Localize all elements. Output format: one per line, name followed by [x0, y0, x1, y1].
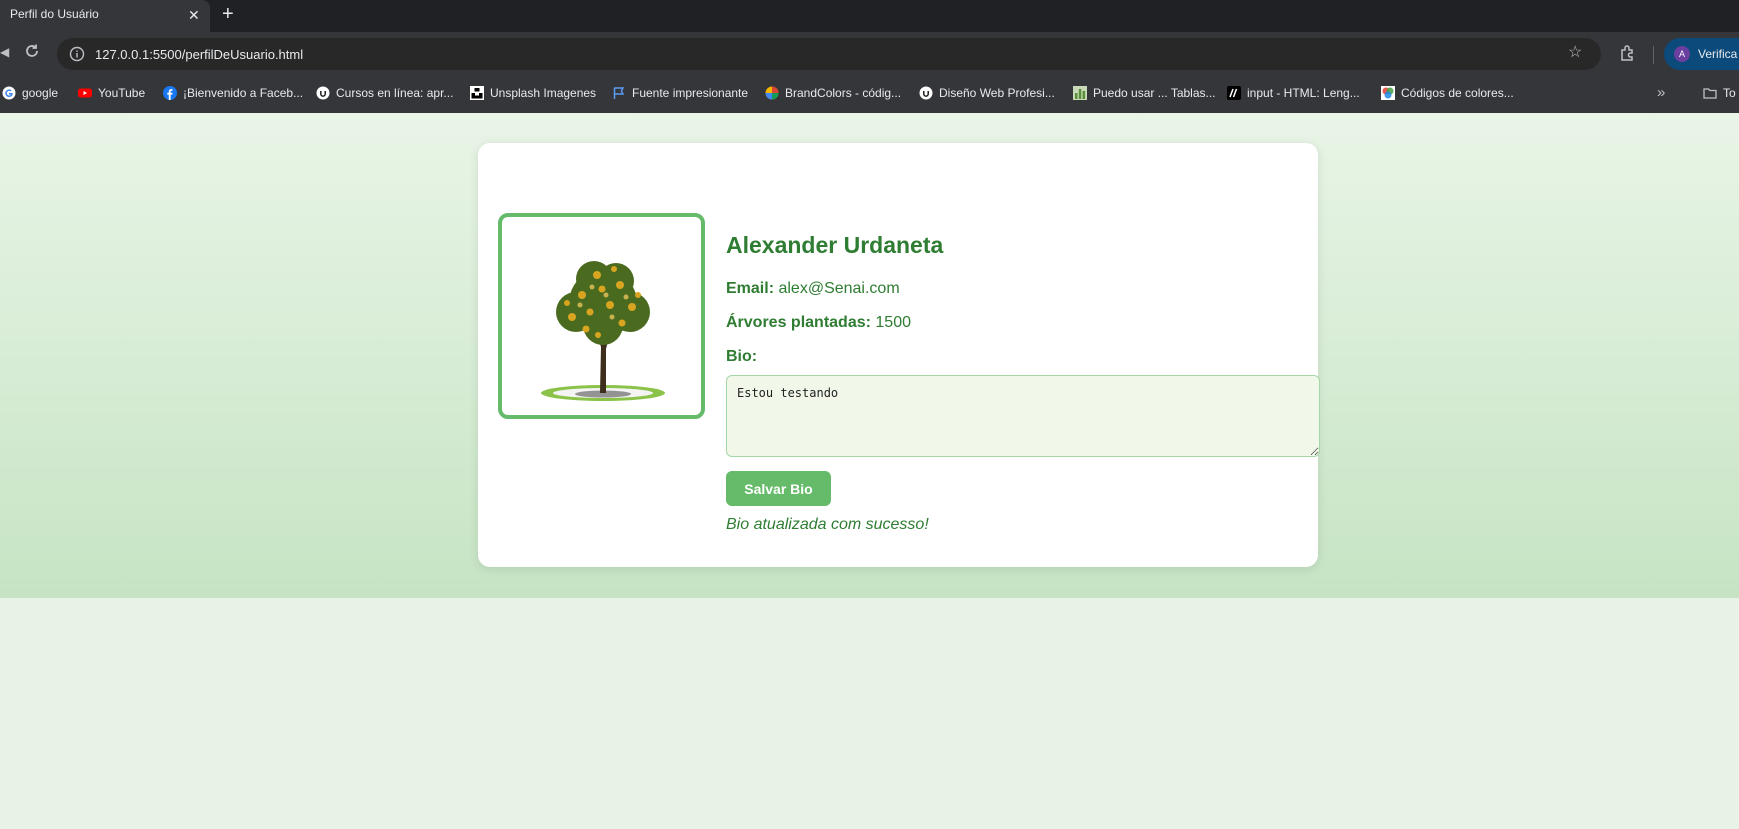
flag-icon [613, 87, 625, 99]
bookmark-cursos[interactable]: Cursos en línea: apr... [316, 77, 453, 109]
bookmark-unsplash[interactable]: Unsplash Imagenes [470, 77, 596, 109]
trees-row: Árvores plantadas: 1500 [726, 314, 911, 332]
email-label: Email: [726, 280, 775, 297]
bookmark-youtube[interactable]: YouTube [78, 77, 145, 109]
bookmark-brandcolors[interactable]: BrandColors - códig... [765, 77, 901, 109]
back-arrow-icon[interactable]: ◀ [0, 45, 9, 59]
bookmark-label: google [22, 86, 59, 100]
bookmark-label: Puedo usar ... Tablas... [1093, 86, 1216, 100]
bookmark-caniuse[interactable]: Puedo usar ... Tablas... [1073, 77, 1216, 109]
facebook-icon [163, 86, 177, 100]
bookmark-label: YouTube [98, 86, 146, 100]
success-message: Bio atualizada com sucesso! [726, 516, 929, 533]
site-info-icon[interactable] [69, 46, 85, 62]
bookmark-label: input - HTML: Leng... [1247, 86, 1360, 100]
bookmark-label: Cursos en línea: apr... [336, 86, 454, 100]
bookmark-mdn[interactable]: input - HTML: Leng... [1227, 77, 1360, 109]
close-tab-icon[interactable]: ✕ [188, 5, 200, 25]
bookmarks-bar: google YouTube ¡Bienvenido a Faceb... Cu… [0, 77, 1739, 113]
new-tab-button[interactable]: + [222, 2, 234, 26]
bookmark-codigos[interactable]: Códigos de colores... [1381, 77, 1514, 109]
bookmark-label: Fuente impresionante [632, 86, 749, 100]
user-name: Alexander Urdaneta [726, 232, 944, 258]
profile-button[interactable]: A Verifica [1664, 38, 1739, 70]
tree-icon [541, 261, 665, 401]
bookmark-folder-label: To [1723, 86, 1736, 100]
more-bookmarks-icon[interactable]: » [1657, 84, 1665, 102]
browser-toolbar: ◀ 127.0.0.1:5500/perfilDeUsuario.html ☆ … [0, 32, 1739, 77]
address-bar[interactable]: 127.0.0.1:5500/perfilDeUsuario.html [57, 38, 1601, 70]
brandcolors-icon [765, 86, 779, 100]
unsplash-icon [470, 86, 484, 100]
bookmark-label: BrandColors - códig... [785, 86, 902, 100]
udemy-icon [316, 86, 330, 100]
bookmark-diseno[interactable]: Diseño Web Profesi... [919, 77, 1055, 109]
mdn-icon [1227, 86, 1241, 100]
bookmark-facebook[interactable]: ¡Bienvenido a Faceb... [163, 77, 303, 109]
profile-label: Verifica [1698, 47, 1738, 61]
profile-avatar: A [1674, 46, 1690, 62]
bookmark-google[interactable]: google [2, 77, 58, 109]
udemy-icon [919, 86, 933, 100]
page-viewport: Alexander Urdaneta Email: alex@Senai.com… [0, 113, 1739, 829]
bio-row: Bio: [726, 348, 757, 366]
extensions-icon[interactable] [1619, 44, 1637, 62]
avatar [498, 213, 705, 419]
profile-card: Alexander Urdaneta Email: alex@Senai.com… [478, 143, 1320, 567]
color-wheel-icon [1381, 86, 1395, 100]
bookmark-fuente[interactable]: Fuente impresionante [612, 77, 748, 109]
email-value: alex@Senai.com [778, 280, 900, 297]
bookmark-label: Diseño Web Profesi... [939, 86, 1055, 100]
save-bio-button[interactable]: Salvar Bio [726, 471, 831, 506]
tab-title: Perfil do Usuário [10, 7, 99, 21]
browser-tab[interactable]: Perfil do Usuário ✕ [0, 0, 210, 32]
bookmark-label: Códigos de colores... [1401, 86, 1514, 100]
reload-icon[interactable] [23, 42, 41, 60]
bookmark-label: ¡Bienvenido a Faceb... [183, 86, 304, 100]
trees-label: Árvores plantadas: [726, 314, 871, 331]
bookmark-folder[interactable]: To [1703, 77, 1736, 109]
url-text: 127.0.0.1:5500/perfilDeUsuario.html [95, 47, 304, 62]
trees-value: 1500 [875, 314, 911, 331]
google-icon [2, 86, 16, 100]
toolbar-divider [1653, 46, 1654, 64]
bookmark-label: Unsplash Imagenes [490, 86, 597, 100]
tab-strip: Perfil do Usuário ✕ + [0, 0, 1739, 32]
caniuse-icon [1073, 86, 1087, 100]
bio-label: Bio: [726, 348, 758, 365]
folder-icon [1703, 88, 1717, 99]
email-row: Email: alex@Senai.com [726, 280, 900, 298]
youtube-icon [78, 88, 92, 98]
bio-textarea[interactable]: Estou testando [726, 375, 1320, 457]
bookmark-star-icon[interactable]: ☆ [1568, 44, 1582, 62]
